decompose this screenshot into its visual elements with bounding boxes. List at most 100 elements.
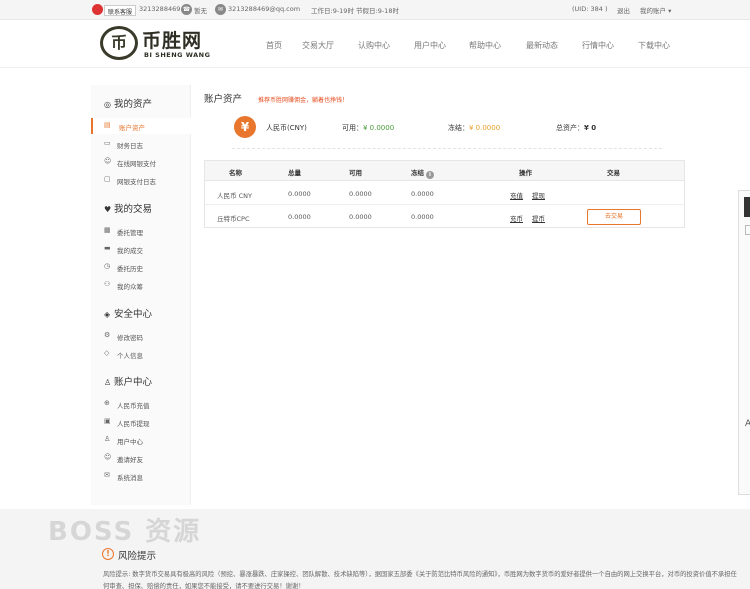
table-header: 名称 总量 可用 冻结 i 操作 交易 bbox=[205, 161, 684, 181]
user-icon: ♙ bbox=[104, 378, 112, 387]
logout-link[interactable]: 退出 bbox=[617, 5, 630, 15]
footer: BOSS 资源 ! 风险提示 风险提示: 数字货币交易具有极高的风险（预挖、暴涨… bbox=[0, 509, 750, 589]
col-operation: 操作 bbox=[519, 169, 532, 177]
sidebar-section-trades: ♥ 我的交易 bbox=[104, 204, 153, 215]
cell-total: 0.0000 bbox=[288, 190, 311, 198]
withdraw-coin-link[interactable]: 提币 bbox=[532, 213, 545, 223]
cell-frozen: 0.0000 bbox=[411, 190, 434, 198]
list-icon: ▤ bbox=[104, 121, 111, 129]
mail-icon: ✉ bbox=[104, 471, 110, 479]
phone-text: 暂无 bbox=[194, 7, 207, 15]
sidebar-section-security: ◈ 安全中心 bbox=[104, 309, 153, 320]
shield-icon: ◈ bbox=[104, 310, 111, 319]
logo-subtext: BI SHENG WANG bbox=[144, 51, 211, 59]
nav-news[interactable]: 最新动态 bbox=[526, 40, 558, 51]
deposit-coin-link[interactable]: 充币 bbox=[510, 213, 523, 223]
header: 币 币胜网 BI SHENG WANG 首页 交易大厅 认购中心 用户中心 帮助… bbox=[0, 20, 750, 68]
work-hours: 工作日:9-19时 节假日:9-18时 bbox=[311, 7, 399, 15]
nav-home[interactable]: 首页 bbox=[266, 40, 282, 51]
widget-dark-tab[interactable] bbox=[744, 197, 750, 217]
sidebar-section-account: ♙ 账户中心 bbox=[104, 377, 153, 388]
recharge-icon: ⊕ bbox=[104, 399, 110, 407]
go-trade-button[interactable]: 去交易 bbox=[587, 209, 641, 225]
top-bar: 联系客服 3213288469 ☎ 暂无 ✉ 3213288469@qq.com… bbox=[0, 0, 750, 20]
cell-name: 人民币 CNY bbox=[217, 192, 252, 200]
col-name: 名称 bbox=[229, 169, 242, 177]
watermark: BOSS 资源 bbox=[48, 517, 202, 547]
asset-icon: ◎ bbox=[104, 100, 111, 109]
sidebar-item-change-password[interactable]: ⚙ 修改密码 bbox=[91, 328, 191, 344]
widget-box-icon[interactable] bbox=[745, 225, 750, 235]
invite-icon: ☺ bbox=[104, 453, 112, 461]
summary-currency: 人民币(CNY) bbox=[266, 124, 307, 132]
qq-number: 3213288469 bbox=[139, 5, 181, 13]
sidebar-item-invite-friends[interactable]: ☺ 邀请好友 bbox=[91, 450, 191, 466]
sidebar-item-rmb-withdraw[interactable]: ▣ 人民币提现 bbox=[91, 414, 191, 430]
withdraw-link[interactable]: 提现 bbox=[532, 190, 545, 200]
grid-icon: ▦ bbox=[104, 226, 111, 234]
nav-subscription[interactable]: 认购中心 bbox=[358, 40, 390, 51]
sidebar: ◎ 我的资产 ▤ 账户资产 ▭ 财务日志 ☺ 在线网银支付 ▢ 网银支付日志 ♥ 我的交易 … bbox=[91, 85, 191, 505]
cell-name: 丘特币CPC bbox=[217, 215, 250, 223]
users-icon: ⚇ bbox=[104, 280, 111, 288]
table-row: 人民币 CNY 0.0000 0.0000 0.0000 充值 提现 bbox=[205, 182, 684, 205]
sidebar-item-crowdfunding[interactable]: ⚇ 我的众筹 bbox=[91, 277, 191, 293]
cell-total: 0.0000 bbox=[288, 213, 311, 221]
col-trade: 交易 bbox=[607, 169, 620, 177]
widget-letter-icon: A bbox=[745, 419, 750, 429]
nav-help-center[interactable]: 帮助中心 bbox=[469, 40, 501, 51]
divider bbox=[232, 148, 662, 149]
sidebar-item-online-bank-pay[interactable]: ☺ 在线网银支付 bbox=[91, 154, 191, 170]
col-frozen: 冻结 i bbox=[411, 167, 434, 179]
caret-down-icon: ▾ bbox=[668, 7, 672, 15]
side-float-widget[interactable]: A bbox=[738, 190, 750, 495]
sidebar-item-account-assets[interactable]: ▤ 账户资产 bbox=[91, 118, 191, 134]
keyboard-icon: ▬ bbox=[104, 244, 111, 252]
recharge-link[interactable]: 充值 bbox=[510, 190, 523, 200]
folder-icon: ▭ bbox=[104, 139, 111, 147]
nav-download[interactable]: 下载中心 bbox=[638, 40, 670, 51]
nav-market[interactable]: 行情中心 bbox=[582, 40, 614, 51]
sidebar-item-rmb-recharge[interactable]: ⊕ 人民币充值 bbox=[91, 396, 191, 412]
logo-text[interactable]: 币胜网 bbox=[142, 26, 202, 53]
asset-table: 名称 总量 可用 冻结 i 操作 交易 人民币 CNY 0.0000 0.0000… bbox=[204, 160, 685, 228]
summary-available: 可用：¥ 0.0000 bbox=[342, 124, 395, 132]
logo-mark[interactable]: 币 bbox=[100, 26, 138, 60]
sidebar-item-personal-info[interactable]: ◇ 个人信息 bbox=[91, 346, 191, 362]
settings-icon: ⚙ bbox=[104, 331, 111, 339]
shield-small-icon: ◇ bbox=[104, 349, 110, 357]
page-title: 账户资产 bbox=[204, 94, 243, 105]
withdraw-icon: ▣ bbox=[104, 417, 111, 425]
sidebar-item-finance-log[interactable]: ▭ 财务日志 bbox=[91, 136, 191, 152]
email-text: 3213288469@qq.com bbox=[228, 5, 301, 13]
sidebar-item-order-history[interactable]: ◷ 委托历史 bbox=[91, 259, 191, 275]
clock-icon: ◷ bbox=[104, 262, 111, 270]
calendar-icon: ▢ bbox=[104, 175, 111, 183]
cell-available: 0.0000 bbox=[349, 190, 372, 198]
person-icon: ♙ bbox=[104, 435, 111, 443]
info-icon[interactable]: i bbox=[426, 171, 434, 179]
table-row: 丘特币CPC 0.0000 0.0000 0.0000 充币 提币 去交易 bbox=[205, 205, 684, 228]
cell-available: 0.0000 bbox=[349, 213, 372, 221]
sidebar-item-user-center[interactable]: ♙ 用户中心 bbox=[91, 432, 191, 448]
nav-user-center[interactable]: 用户中心 bbox=[414, 40, 446, 51]
nav-trading-hall[interactable]: 交易大厅 bbox=[302, 40, 334, 51]
user-plus-icon: ☺ bbox=[104, 157, 112, 165]
trade-icon: ♥ bbox=[104, 205, 112, 214]
my-account-menu[interactable]: 我的账户 ▾ bbox=[640, 5, 671, 15]
summary-total: 总资产：¥ 0 bbox=[556, 124, 597, 132]
sidebar-item-my-deals[interactable]: ▬ 我的成交 bbox=[91, 241, 191, 257]
cell-frozen: 0.0000 bbox=[411, 213, 434, 221]
sidebar-item-order-manage[interactable]: ▦ 委托管理 bbox=[91, 223, 191, 239]
risk-text: 风险提示: 数字货币交易具有极高的风险（预挖、暴涨暴跌、庄家操控、团队解散、技术… bbox=[103, 571, 737, 589]
contact-service-button[interactable]: 联系客服 bbox=[104, 5, 137, 16]
sidebar-item-system-messages[interactable]: ✉ 系统消息 bbox=[91, 468, 191, 484]
referral-notice[interactable]: 推荐币胜网赚佣金，躺着也挣钱！ bbox=[258, 95, 348, 104]
col-available: 可用 bbox=[349, 169, 362, 177]
qq-icon[interactable] bbox=[92, 4, 103, 15]
summary-frozen: 冻结：¥ 0.0000 bbox=[448, 124, 501, 132]
sidebar-section-assets: ◎ 我的资产 bbox=[104, 99, 153, 110]
phone-icon: ☎ bbox=[181, 4, 192, 15]
sidebar-item-bank-pay-log[interactable]: ▢ 网银支付日志 bbox=[91, 172, 191, 188]
risk-title: 风险提示 bbox=[118, 551, 157, 562]
